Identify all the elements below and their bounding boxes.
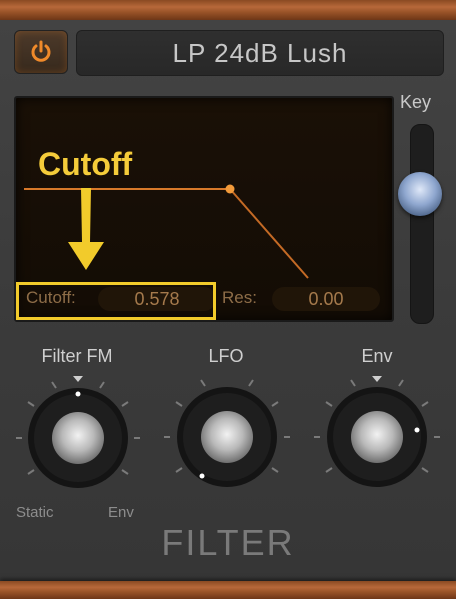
cutoff-handle[interactable] <box>225 184 235 194</box>
key-label: Key <box>400 92 432 112</box>
key-slider-thumb[interactable] <box>398 172 442 216</box>
filter-fm-knob[interactable] <box>12 372 144 504</box>
cutoff-annotation-label: Cutoff <box>38 146 133 182</box>
section-title: FILTER <box>161 522 295 563</box>
top-wood-trim <box>0 0 456 20</box>
env-label: Env <box>361 346 393 366</box>
arrow-down-icon <box>68 188 104 270</box>
power-button[interactable] <box>14 30 68 74</box>
filter-fm-max-label: Env <box>108 504 134 521</box>
res-value-field[interactable]: 0.00 <box>272 287 380 311</box>
power-icon <box>31 40 51 62</box>
filter-fm-min-label: Static <box>16 504 54 521</box>
bottom-wood-trim <box>0 581 456 599</box>
filter-fm-label: Filter FM <box>41 346 113 366</box>
preset-name: LP 24dB Lush <box>172 37 348 68</box>
key-slider-track[interactable] <box>410 124 434 324</box>
filter-curve-slope <box>229 188 309 279</box>
lfo-label: LFO <box>208 346 244 366</box>
cutoff-highlight-box <box>16 282 216 320</box>
res-value: 0.00 <box>308 288 344 309</box>
env-knob[interactable] <box>312 372 442 502</box>
res-label: Res: <box>222 288 257 307</box>
lfo-knob[interactable] <box>162 372 292 502</box>
preset-name-field[interactable]: LP 24dB Lush <box>76 30 444 76</box>
